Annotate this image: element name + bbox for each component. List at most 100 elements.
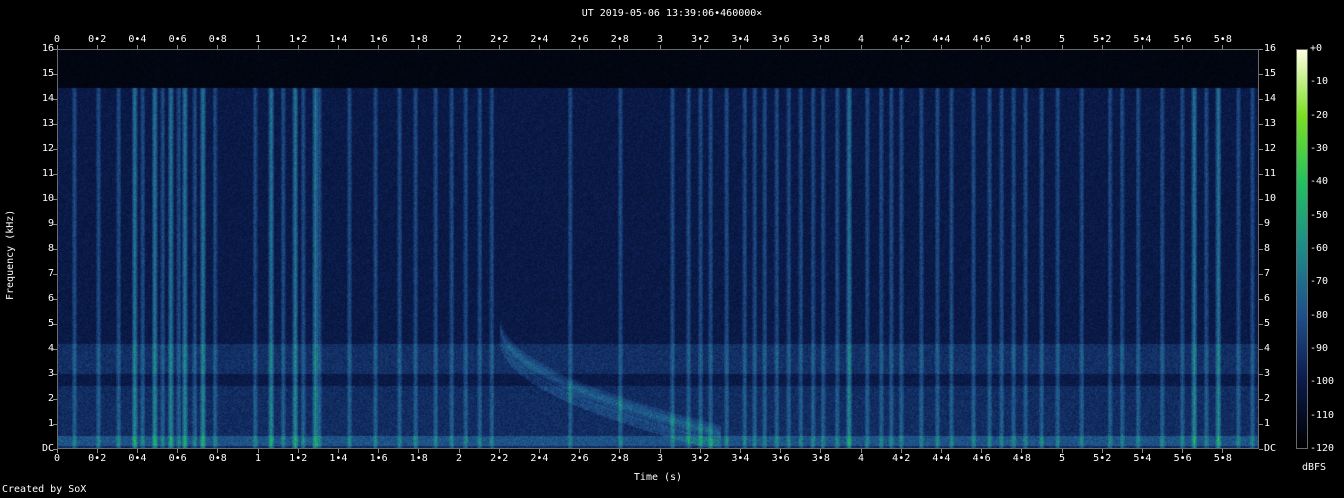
x-tick-label-top: 3	[656, 34, 664, 45]
y-tick-label: 12	[41, 143, 54, 154]
x-tick-label-top: 4•4	[932, 34, 951, 45]
x-tick-mark-top	[96, 45, 98, 49]
x-tick-mark-top	[860, 45, 862, 49]
x-tick-mark-top	[1182, 45, 1184, 49]
y-tick-mark-right	[1259, 173, 1263, 175]
x-tick-label: 4	[857, 453, 865, 464]
x-tick-label-top: 4•2	[892, 34, 911, 45]
x-tick-mark-top	[699, 45, 701, 49]
x-tick-label-top: 0•6	[168, 34, 187, 45]
x-tick-mark-top	[1021, 45, 1023, 49]
x-tick-label: 5•4	[1133, 453, 1152, 464]
y-tick-mark-right	[1259, 423, 1263, 425]
credit-text: Created by SoX	[2, 484, 87, 495]
x-tick-mark-top	[1222, 45, 1224, 49]
spectrogram-plot	[57, 49, 1259, 449]
y-tick-mark-right	[1259, 123, 1263, 125]
x-tick-label-top: 1	[254, 34, 262, 45]
x-tick-label-top: 2•4	[530, 34, 549, 45]
y-tick-label: 15	[41, 68, 54, 79]
y-tick-label: 13	[41, 118, 54, 129]
colorbar-tick-label: -40	[1310, 176, 1329, 188]
y-tick-label-right: 15	[1264, 68, 1277, 79]
x-tick-mark-top	[538, 45, 540, 49]
y-tick-label-right: 6	[1264, 293, 1271, 304]
x-tick-label-top: 5•8	[1213, 34, 1232, 45]
y-tick-mark-right	[1259, 223, 1263, 225]
x-tick-label-top: 3•6	[771, 34, 790, 45]
x-tick-label-top: 3•4	[731, 34, 750, 45]
x-tick-label: 5•2	[1093, 453, 1112, 464]
x-tick-mark-top	[418, 45, 420, 49]
x-tick-label-top: 5•6	[1173, 34, 1192, 45]
x-tick-label: 0•8	[208, 453, 227, 464]
y-tick-mark-right	[1259, 448, 1263, 450]
x-tick-label: 5•8	[1213, 453, 1232, 464]
y-tick-mark-right	[1259, 248, 1263, 250]
y-tick-label-right: DC	[1264, 443, 1277, 454]
x-tick-label: 2•2	[490, 453, 509, 464]
x-tick-mark-top	[498, 45, 500, 49]
x-tick-label: 4•8	[1012, 453, 1031, 464]
x-tick-mark-top	[1141, 45, 1143, 49]
x-tick-label: 2•4	[530, 453, 549, 464]
colorbar-tick-label: -30	[1310, 143, 1329, 154]
y-tick-label-right: 2	[1264, 393, 1271, 404]
y-tick-label-right: 12	[1264, 143, 1277, 154]
x-tick-label: 0•6	[168, 453, 187, 464]
y-tick-label: DC	[41, 443, 54, 454]
x-tick-mark-top	[619, 45, 621, 49]
y-tick-mark-right	[1259, 398, 1263, 400]
x-tick-label-top: 2	[455, 34, 463, 45]
colorbar-tick-label: -70	[1310, 276, 1329, 288]
y-tick-label-right: 10	[1264, 193, 1277, 204]
x-tick-label-top: 3•8	[811, 34, 830, 45]
chart-title: UT 2019-05-06 13:39:06•460000×	[581, 8, 763, 19]
x-tick-label-top: 0•4	[128, 34, 147, 45]
y-tick-label: 5	[47, 318, 54, 329]
x-tick-mark-top	[780, 45, 782, 49]
y-tick-label-right: 8	[1264, 243, 1271, 254]
colorbar-tick-label: -120	[1310, 443, 1335, 454]
x-tick-label-top: 0•2	[88, 34, 107, 45]
y-tick-label-right: 14	[1264, 93, 1277, 104]
y-tick-label-right: 13	[1264, 118, 1277, 129]
y-tick-mark-right	[1259, 48, 1263, 50]
x-tick-label: 1•4	[329, 453, 348, 464]
y-tick-mark-right	[1259, 73, 1263, 75]
x-tick-label-top: 2•6	[570, 34, 589, 45]
x-tick-label: 2	[455, 453, 463, 464]
y-tick-label: 10	[41, 193, 54, 204]
x-tick-label: 3•2	[691, 453, 710, 464]
x-tick-label: 2•6	[570, 453, 589, 464]
y-tick-mark-right	[1259, 298, 1263, 300]
y-tick-label: 9	[47, 218, 54, 229]
y-tick-label-right: 7	[1264, 268, 1271, 279]
x-tick-label: 4•2	[892, 453, 911, 464]
x-tick-label: 5•6	[1173, 453, 1192, 464]
x-tick-mark-top	[579, 45, 581, 49]
x-tick-mark-top	[820, 45, 822, 49]
y-tick-label-right: 4	[1264, 343, 1271, 354]
y-tick-label-right: 5	[1264, 318, 1271, 329]
y-tick-label: 7	[47, 268, 54, 279]
x-tick-label: 4•4	[932, 453, 951, 464]
x-tick-label: 5	[1059, 453, 1066, 464]
y-tick-label: 1	[47, 418, 54, 429]
y-tick-mark-right	[1259, 148, 1263, 150]
colorbar-tick-label: -100	[1310, 376, 1335, 388]
x-tick-mark-top	[378, 45, 380, 49]
x-tick-label-top: 3•2	[691, 34, 710, 45]
x-tick-label-top: 1•4	[329, 34, 348, 45]
x-tick-label: 0	[53, 453, 61, 464]
x-tick-label-top: 1•2	[289, 34, 308, 45]
x-tick-label: 4•6	[972, 453, 991, 464]
x-tick-label-top: 1•8	[409, 34, 428, 45]
colorbar-tick-label: -80	[1310, 309, 1329, 321]
colorbar-tick-label: -10	[1310, 76, 1329, 88]
y-tick-mark-right	[1259, 323, 1263, 325]
y-tick-label: 2	[47, 393, 54, 404]
x-tick-label: 0•4	[128, 453, 147, 464]
x-tick-label-top: 4•8	[1012, 34, 1031, 45]
y-tick-label: 3	[47, 368, 54, 379]
